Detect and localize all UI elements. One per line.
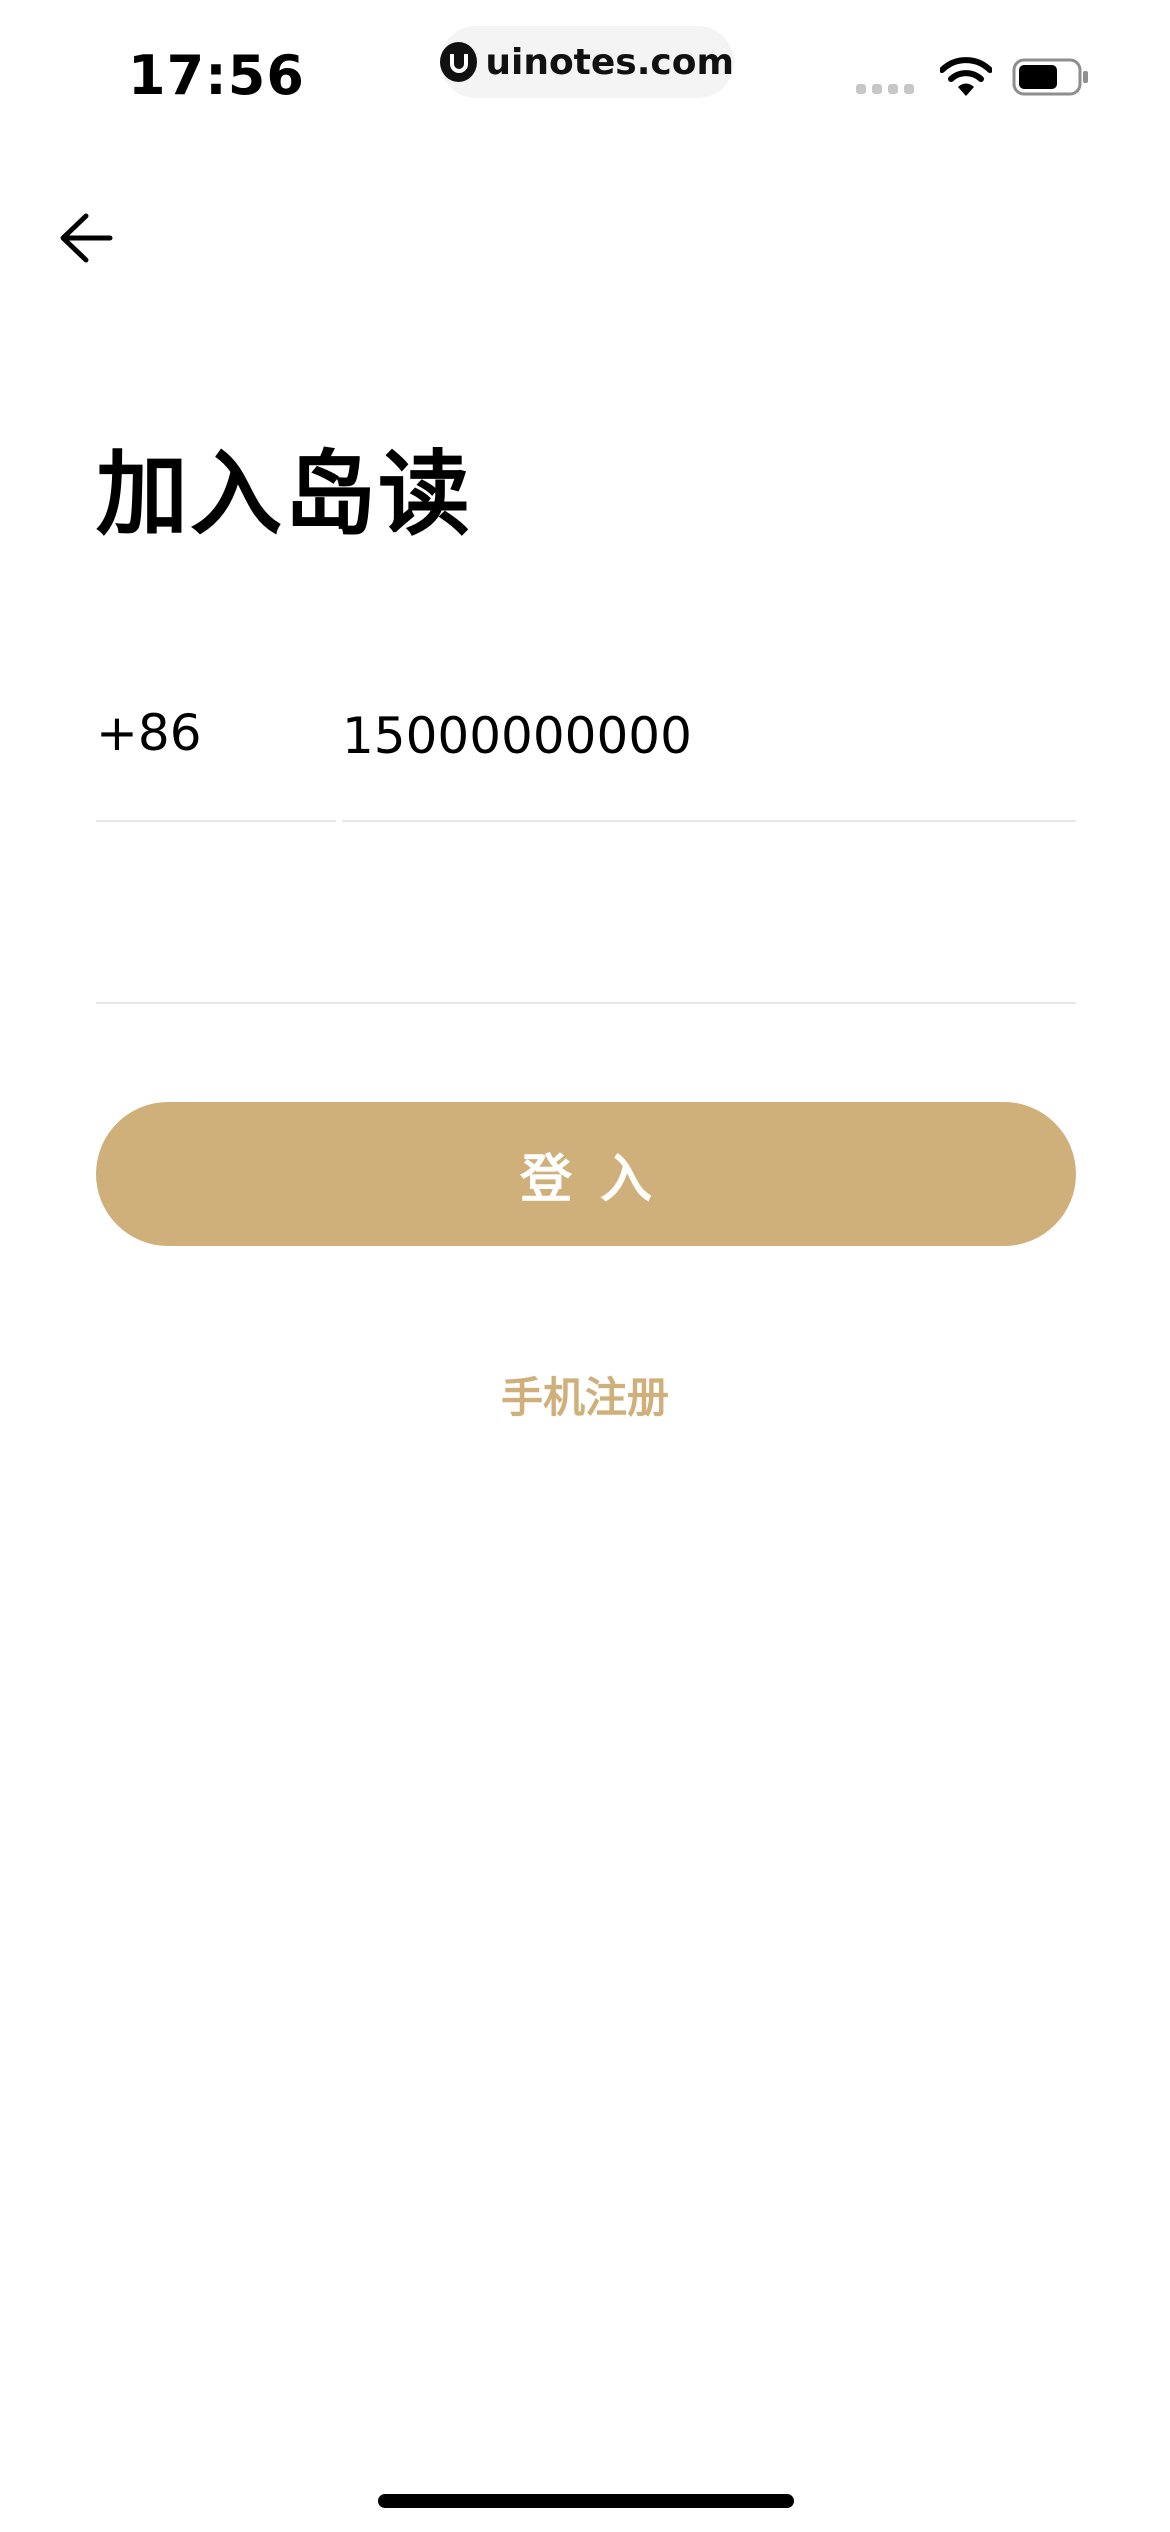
back-button[interactable]	[56, 208, 116, 268]
arrow-left-icon	[60, 213, 113, 263]
watermark-text: uinotes.com	[485, 41, 734, 83]
password-input[interactable]	[96, 880, 1076, 1004]
home-indicator[interactable]	[378, 2494, 794, 2508]
battery-icon	[1012, 58, 1088, 96]
cellular-signal-icon	[856, 84, 914, 94]
phone-register-link[interactable]: 手机注册	[0, 1364, 1170, 1425]
watermark-logo-icon	[440, 42, 478, 82]
country-code-label: +86	[96, 704, 202, 762]
country-code-selector[interactable]: +86	[96, 700, 336, 822]
status-time: 17:56	[128, 44, 305, 107]
login-button[interactable]: 登入	[96, 1102, 1076, 1246]
phone-number-input[interactable]	[342, 700, 1076, 822]
watermark-badge: uinotes.com	[440, 26, 734, 98]
page-title: 加入岛读	[96, 441, 473, 548]
wifi-icon	[940, 57, 992, 96]
